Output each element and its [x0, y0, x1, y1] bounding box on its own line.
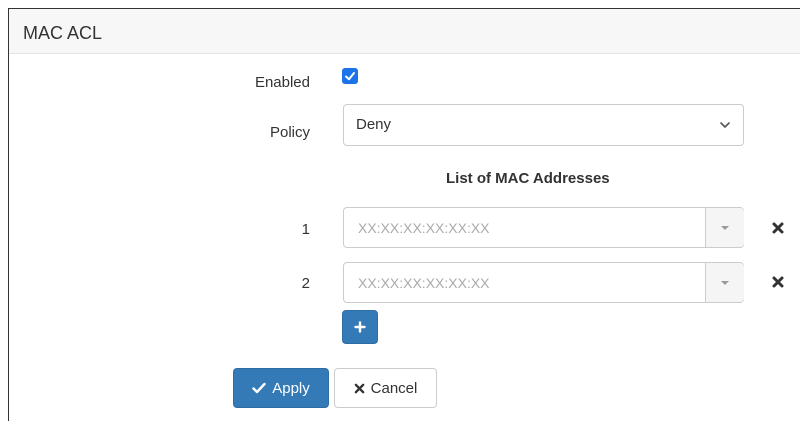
enabled-checkbox[interactable] [342, 68, 358, 84]
times-icon [354, 383, 364, 393]
apply-label: Apply [272, 379, 310, 397]
apply-button[interactable]: Apply [233, 368, 329, 408]
check-icon [252, 382, 266, 394]
enabled-label: Enabled [254, 74, 310, 91]
times-icon[interactable] [771, 221, 785, 235]
policy-select[interactable]: Deny [343, 104, 744, 146]
policy-value: Deny [356, 116, 392, 133]
add-mac-button[interactable] [342, 310, 378, 344]
times-icon[interactable] [771, 275, 785, 289]
mac-address-input-group [343, 207, 744, 248]
caret-down-icon [721, 281, 729, 285]
caret-down-icon [721, 226, 729, 230]
panel-header: MAC ACL [9, 9, 800, 54]
cancel-label: Cancel [370, 379, 418, 397]
plus-icon [354, 321, 366, 333]
mac-address-input[interactable] [344, 208, 704, 247]
mac-row-index: 2 [301, 275, 310, 292]
check-icon [345, 72, 355, 81]
mac-dropdown-toggle[interactable] [705, 263, 744, 302]
panel-title: MAC ACL [23, 23, 103, 43]
policy-label: Policy [269, 124, 310, 141]
mac-dropdown-toggle[interactable] [705, 208, 744, 247]
chevron-down-icon [720, 122, 730, 128]
cancel-button[interactable]: Cancel [334, 368, 437, 408]
mac-address-input-group [343, 262, 744, 303]
mac-row-index: 1 [301, 221, 310, 238]
mac-list-title: List of MAC Addresses [446, 170, 610, 187]
mac-address-input[interactable] [344, 263, 704, 302]
